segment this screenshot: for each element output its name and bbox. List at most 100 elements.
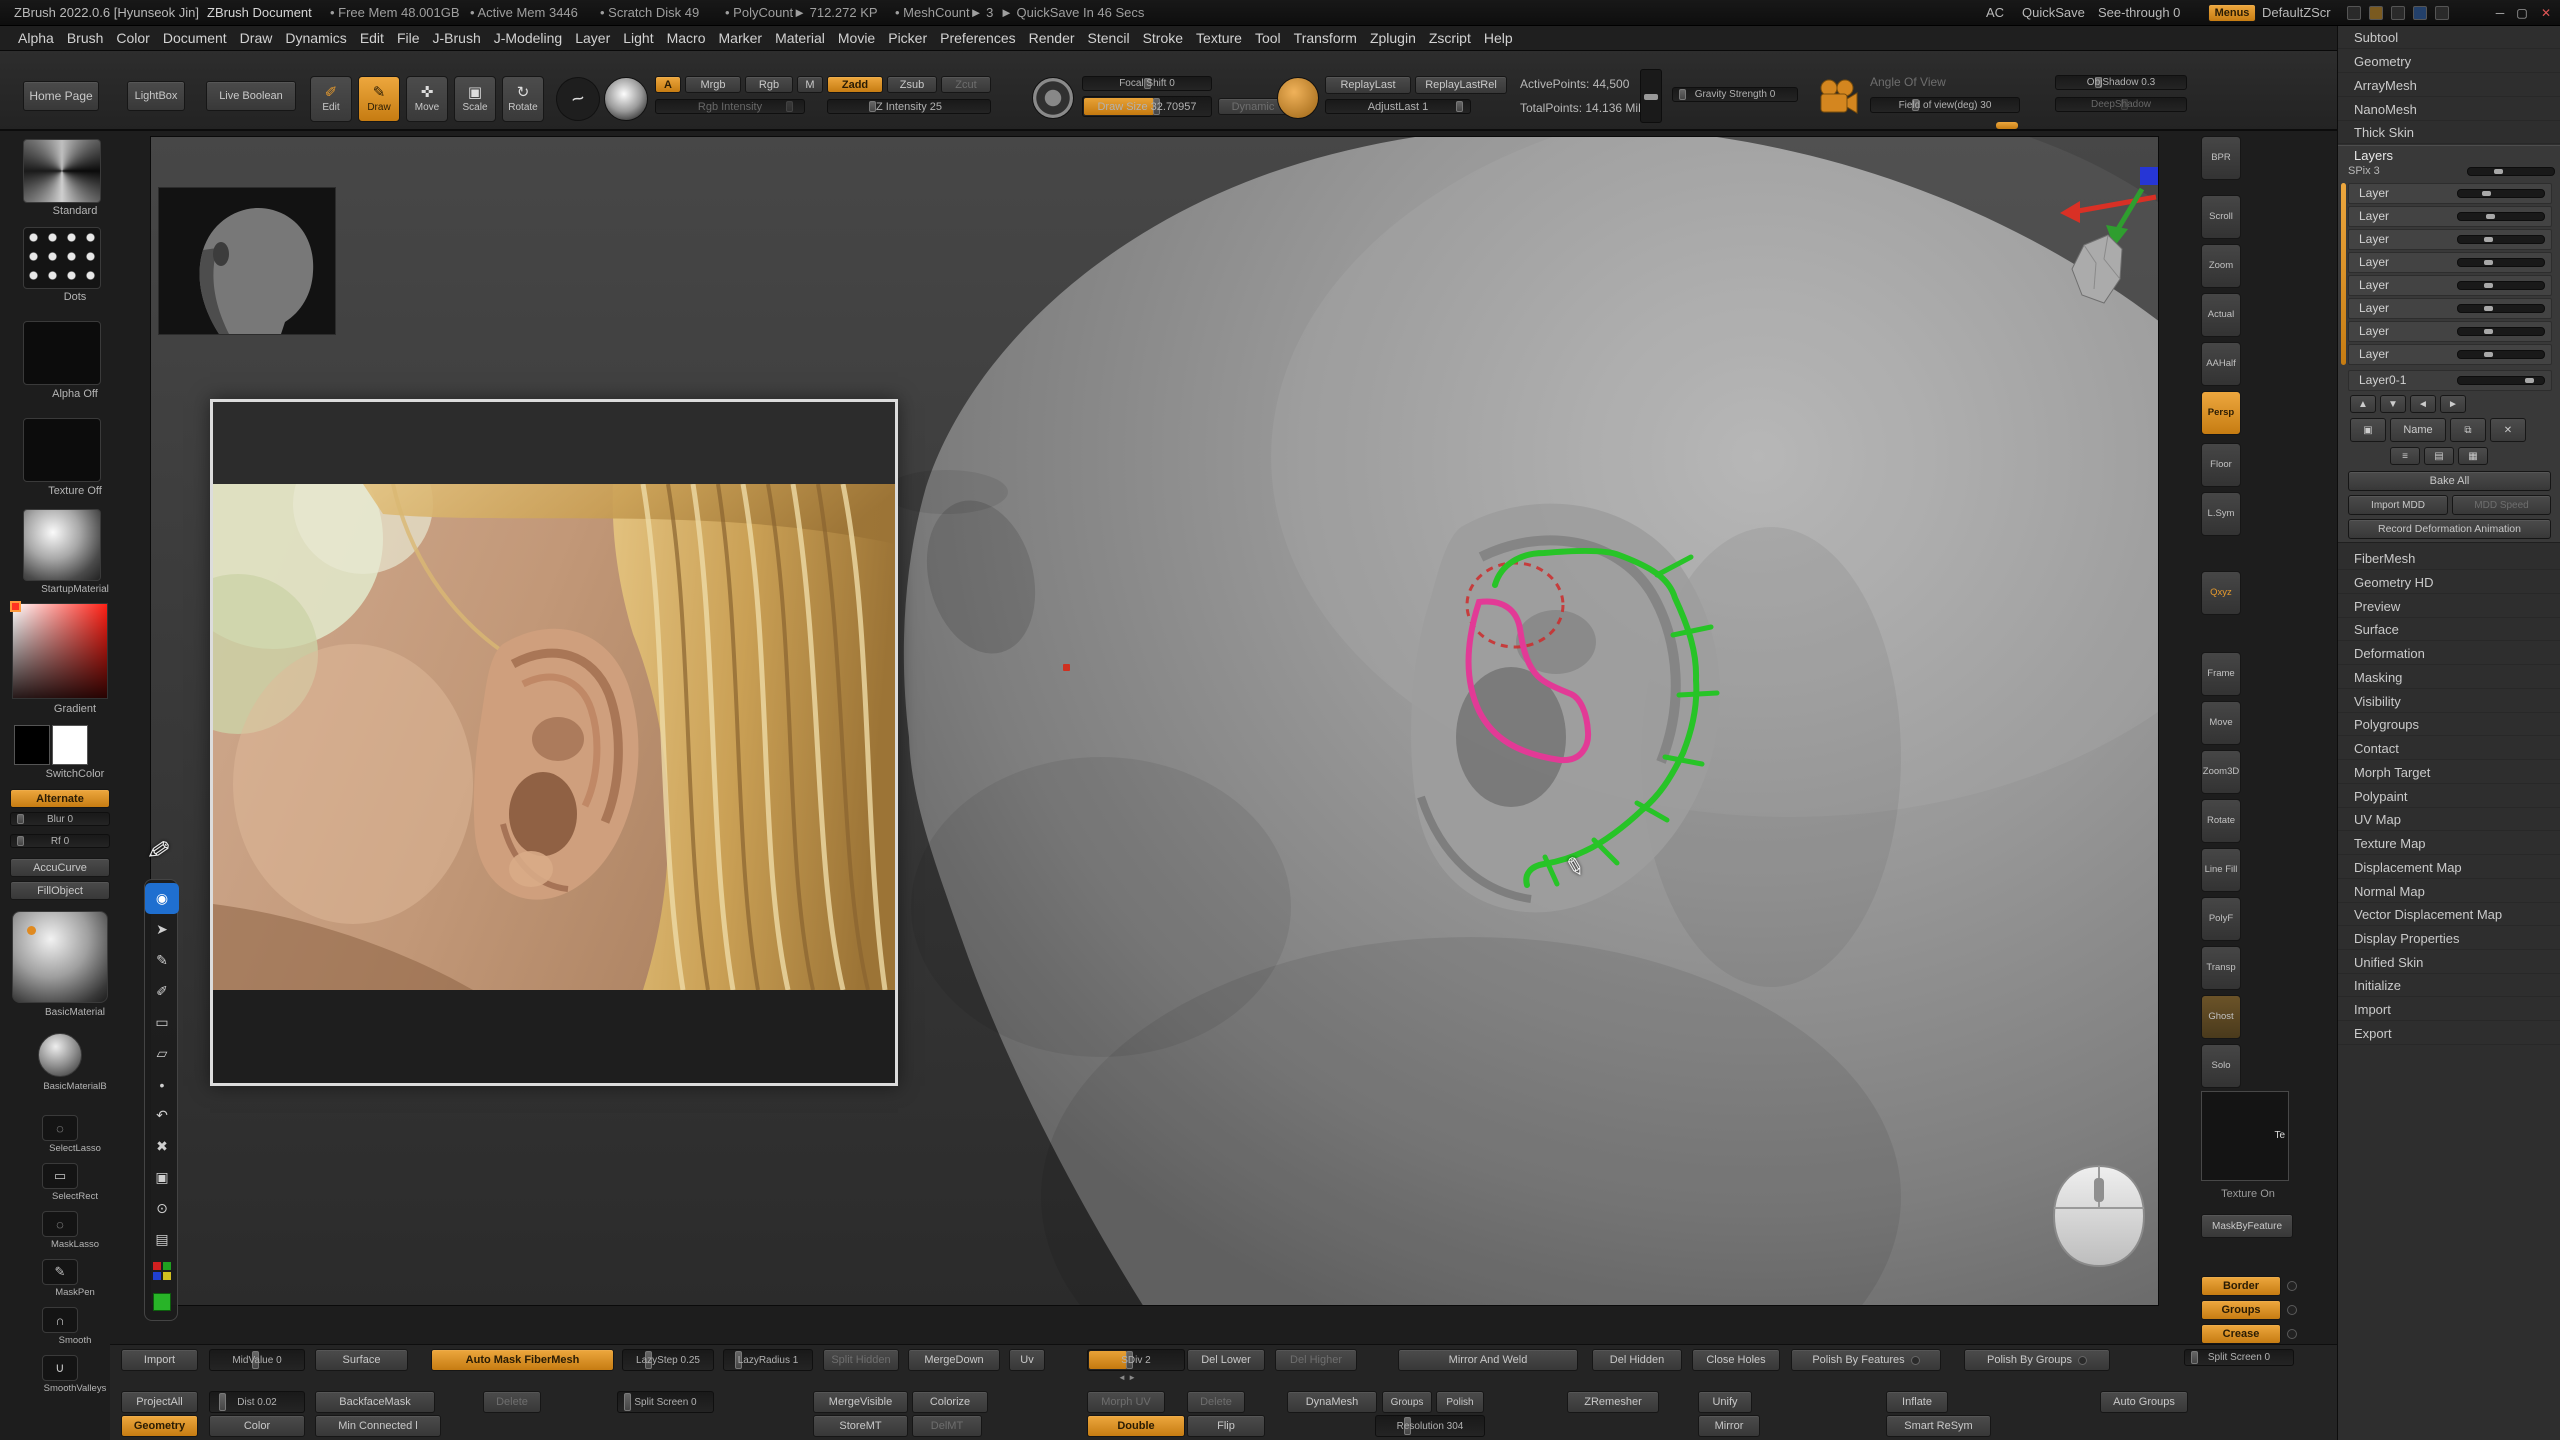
scale-button[interactable]: ▣Scale	[454, 76, 496, 122]
tool-section-normal-map[interactable]: Normal Map	[2338, 880, 2560, 903]
layer-duplicate-button[interactable]: ⧉	[2450, 418, 2486, 442]
menu-light[interactable]: Light	[623, 30, 653, 46]
tool-section-polygroups[interactable]: Polygroups	[2338, 713, 2560, 736]
layer-intensity-slider[interactable]	[2457, 350, 2545, 359]
brush-thumbnail-smooth[interactable]: ∩	[42, 1307, 78, 1333]
crease-toggle[interactable]: Crease	[2201, 1324, 2281, 1344]
groups-dot-toggle[interactable]	[2287, 1305, 2297, 1315]
tool-section-nanomesh[interactable]: NanoMesh	[2338, 98, 2560, 121]
tool-section-surface[interactable]: Surface	[2338, 618, 2560, 641]
rotate-button[interactable]: ↻Rotate	[502, 76, 544, 122]
menu-picker[interactable]: Picker	[888, 30, 927, 46]
lightbox-button[interactable]: LightBox	[127, 81, 185, 111]
menu-layer[interactable]: Layer	[575, 30, 610, 46]
document-thumbnail[interactable]	[158, 187, 336, 335]
annotation-cursor-button[interactable]: ➤	[145, 914, 179, 945]
material-thumbnail-basic[interactable]	[12, 911, 108, 1003]
menu-texture[interactable]: Texture	[1196, 30, 1242, 46]
home-page-button[interactable]: Home Page	[23, 81, 99, 111]
menu-stroke[interactable]: Stroke	[1143, 30, 1183, 46]
tool-section-masking[interactable]: Masking	[2338, 666, 2560, 689]
tool-section-import[interactable]: Import	[2338, 998, 2560, 1021]
texture-thumbnail[interactable]	[23, 418, 101, 482]
shelf-zoom3d-button[interactable]: Zoom3D	[2201, 750, 2241, 794]
annotation-dot-button[interactable]: •	[145, 1069, 179, 1100]
annotation-ruler-button[interactable]: ▭	[145, 1007, 179, 1038]
layer-list-button[interactable]: ≡	[2390, 447, 2420, 465]
menu-preferences[interactable]: Preferences	[940, 30, 1015, 46]
mrgb-button[interactable]: Mrgb	[685, 76, 741, 93]
smart-resym-button[interactable]: Smart ReSym	[1886, 1415, 1991, 1437]
tool-section-export[interactable]: Export	[2338, 1022, 2560, 1045]
layer-row[interactable]: Layer	[2348, 229, 2552, 250]
layer-intensity-slider[interactable]	[2457, 212, 2545, 221]
gravity-strength-slider[interactable]: Gravity Strength 0	[1672, 87, 1798, 102]
layer-row[interactable]: Layer	[2348, 183, 2552, 204]
draw-size-slider[interactable]: Draw Size 32.70957	[1082, 96, 1212, 117]
inflate-button[interactable]: Inflate	[1886, 1391, 1948, 1413]
tool-section-texture-map[interactable]: Texture Map	[2338, 832, 2560, 855]
menus-button[interactable]: Menus	[2208, 4, 2256, 22]
shelf-actual-button[interactable]: Actual	[2201, 293, 2241, 337]
bake-all-button[interactable]: Bake All	[2348, 471, 2551, 491]
menu-stencil[interactable]: Stencil	[1088, 30, 1130, 46]
layer-row[interactable]: Layer	[2348, 344, 2552, 365]
del-lower-button[interactable]: Del Lower	[1187, 1349, 1265, 1371]
shelf-lsym-button[interactable]: L.Sym	[2201, 492, 2241, 536]
a-button[interactable]: A	[655, 76, 681, 93]
layer-row[interactable]: Layer	[2348, 298, 2552, 319]
midvalue-slider[interactable]: MidValue 0	[209, 1349, 305, 1371]
auto-mask-fibermesh-button[interactable]: Auto Mask FiberMesh	[431, 1349, 614, 1371]
m-button[interactable]: M	[797, 76, 823, 93]
uv-button[interactable]: Uv	[1009, 1349, 1045, 1371]
titlebar-color-icon[interactable]	[2347, 6, 2361, 20]
layer-up-button[interactable]: ▲	[2350, 395, 2376, 413]
menu-jbrush[interactable]: J-Brush	[433, 30, 481, 46]
tool-section-vector-displacement[interactable]: Vector Displacement Map	[2338, 903, 2560, 926]
z-intensity-slider[interactable]: Z Intensity 25	[827, 99, 991, 114]
alpha-picker[interactable]	[604, 77, 648, 121]
mergedown-button[interactable]: MergeDown	[908, 1349, 1000, 1371]
surface-button[interactable]: Surface	[315, 1349, 408, 1371]
annotation-eye-button[interactable]: ◉	[145, 883, 179, 914]
layer-selected-row[interactable]: Layer0-1	[2348, 370, 2552, 391]
menu-alpha[interactable]: Alpha	[18, 30, 54, 46]
deep-shadow-slider[interactable]: DeepShadow	[2055, 97, 2187, 112]
material-thumbnail-startup[interactable]	[23, 509, 101, 581]
orientation-gizmo[interactable]	[2056, 167, 2159, 317]
brush-thumbnail-mask-pen[interactable]: ✎	[42, 1259, 78, 1285]
lazyradius-slider[interactable]: LazyRadius 1	[723, 1349, 813, 1371]
record-deformation-button[interactable]: Record Deformation Animation	[2348, 519, 2551, 539]
shelf-aahalf-button[interactable]: AAHalf	[2201, 342, 2241, 386]
menu-color[interactable]: Color	[116, 30, 149, 46]
shelf-bpr-button[interactable]: BPR	[2201, 136, 2241, 180]
titlebar-doc-icon[interactable]	[2369, 6, 2383, 20]
titlebar-palette-icon[interactable]	[2391, 6, 2405, 20]
tool-section-deformation[interactable]: Deformation	[2338, 642, 2560, 665]
menu-tool[interactable]: Tool	[1255, 30, 1281, 46]
shelf-polyf-button[interactable]: PolyF	[2201, 897, 2241, 941]
tool-section-thickskin[interactable]: Thick Skin	[2338, 121, 2560, 144]
rgb-intensity-slider[interactable]: Rgb Intensity	[655, 99, 805, 114]
dynamesh-polish-button[interactable]: Polish	[1436, 1391, 1484, 1413]
shelf-frame-button[interactable]: Frame	[2201, 652, 2241, 696]
document-canvas[interactable]: ✐	[150, 136, 2159, 1306]
border-toggle[interactable]: Border	[2201, 1276, 2281, 1296]
shelf-divider-handle[interactable]	[1996, 122, 2018, 129]
fill-object-button[interactable]: FillObject	[10, 881, 110, 900]
minimize-button[interactable]: ─	[2492, 3, 2508, 23]
zadd-button[interactable]: Zadd	[827, 76, 883, 93]
backface-mask-button[interactable]: BackfaceMask	[315, 1391, 435, 1413]
blur-slider[interactable]: Blur 0	[10, 812, 110, 826]
alternate-button[interactable]: Alternate	[10, 789, 110, 808]
layer-delete-button[interactable]: ✕	[2490, 418, 2526, 442]
layer-intensity-slider[interactable]	[2457, 281, 2545, 290]
tool-section-geometry-hd[interactable]: Geometry HD	[2338, 571, 2560, 594]
shelf-move-button[interactable]: Move	[2201, 701, 2241, 745]
shelf-floor-button[interactable]: Floor	[2201, 443, 2241, 487]
titlebar-layers-icon[interactable]	[2413, 6, 2427, 20]
titlebar-gear-icon[interactable]	[2435, 6, 2449, 20]
tool-section-geometry[interactable]: Geometry	[2338, 50, 2560, 73]
project-all-button[interactable]: ProjectAll	[121, 1391, 198, 1413]
menu-marker[interactable]: Marker	[719, 30, 763, 46]
